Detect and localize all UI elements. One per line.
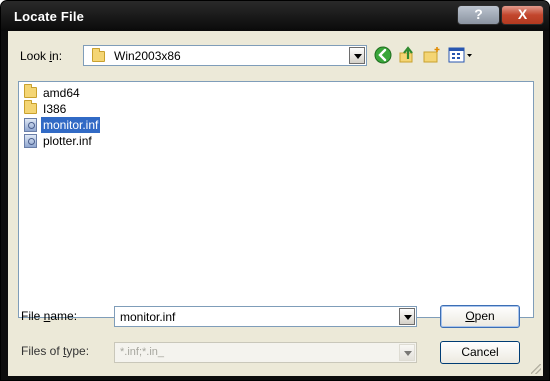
title-bar[interactable]: Locate File ? X	[1, 1, 549, 31]
close-button[interactable]: X	[501, 5, 544, 25]
file-name-text: plotter.inf	[43, 134, 92, 148]
close-icon: X	[517, 6, 528, 22]
file-type-combobox[interactable]: *.inf;*.in_	[114, 342, 417, 363]
folder-icon	[92, 48, 105, 62]
view-menu-icon[interactable]	[448, 46, 474, 64]
dialog-body: Look in: Win2003x86 amd64 I386 monitor.i…	[8, 31, 543, 376]
files-of-type-label: Files of type:	[21, 344, 90, 358]
up-one-level-icon[interactable]	[398, 46, 416, 64]
file-name-text: amd64	[43, 86, 80, 100]
open-button[interactable]: Open	[440, 305, 520, 328]
chevron-down-icon[interactable]	[399, 308, 415, 325]
cancel-button[interactable]: Cancel	[440, 341, 520, 364]
file-name-text: monitor.inf	[41, 117, 101, 133]
locate-file-dialog: Locate File ? X Look in: Win2003x86 amd6…	[0, 0, 550, 381]
help-button[interactable]: ?	[457, 5, 500, 25]
file-name-combobox[interactable]: monitor.inf	[114, 306, 417, 327]
window-title: Locate File	[14, 9, 85, 24]
chevron-down-icon	[399, 344, 415, 361]
file-name-text: I386	[43, 102, 67, 116]
help-icon: ?	[474, 6, 483, 22]
file-type-value: *.inf;*.in_	[120, 346, 165, 358]
back-icon[interactable]	[374, 46, 392, 64]
look-in-value: Win2003x86	[114, 49, 181, 63]
inf-file-icon	[24, 134, 37, 148]
file-list[interactable]: amd64 I386 monitor.inf plotter.inf	[18, 81, 534, 318]
resize-grip-icon[interactable]	[531, 364, 541, 374]
chevron-down-icon[interactable]	[349, 47, 365, 64]
folder-icon	[24, 84, 37, 98]
folder-icon	[24, 100, 37, 114]
inf-file-icon	[24, 118, 37, 132]
file-name-input[interactable]: monitor.inf	[120, 310, 175, 324]
file-name-label: File name:	[21, 309, 78, 323]
create-new-folder-icon[interactable]	[423, 46, 441, 64]
look-in-combobox[interactable]: Win2003x86	[83, 45, 367, 66]
look-in-label: Look in:	[20, 49, 63, 63]
